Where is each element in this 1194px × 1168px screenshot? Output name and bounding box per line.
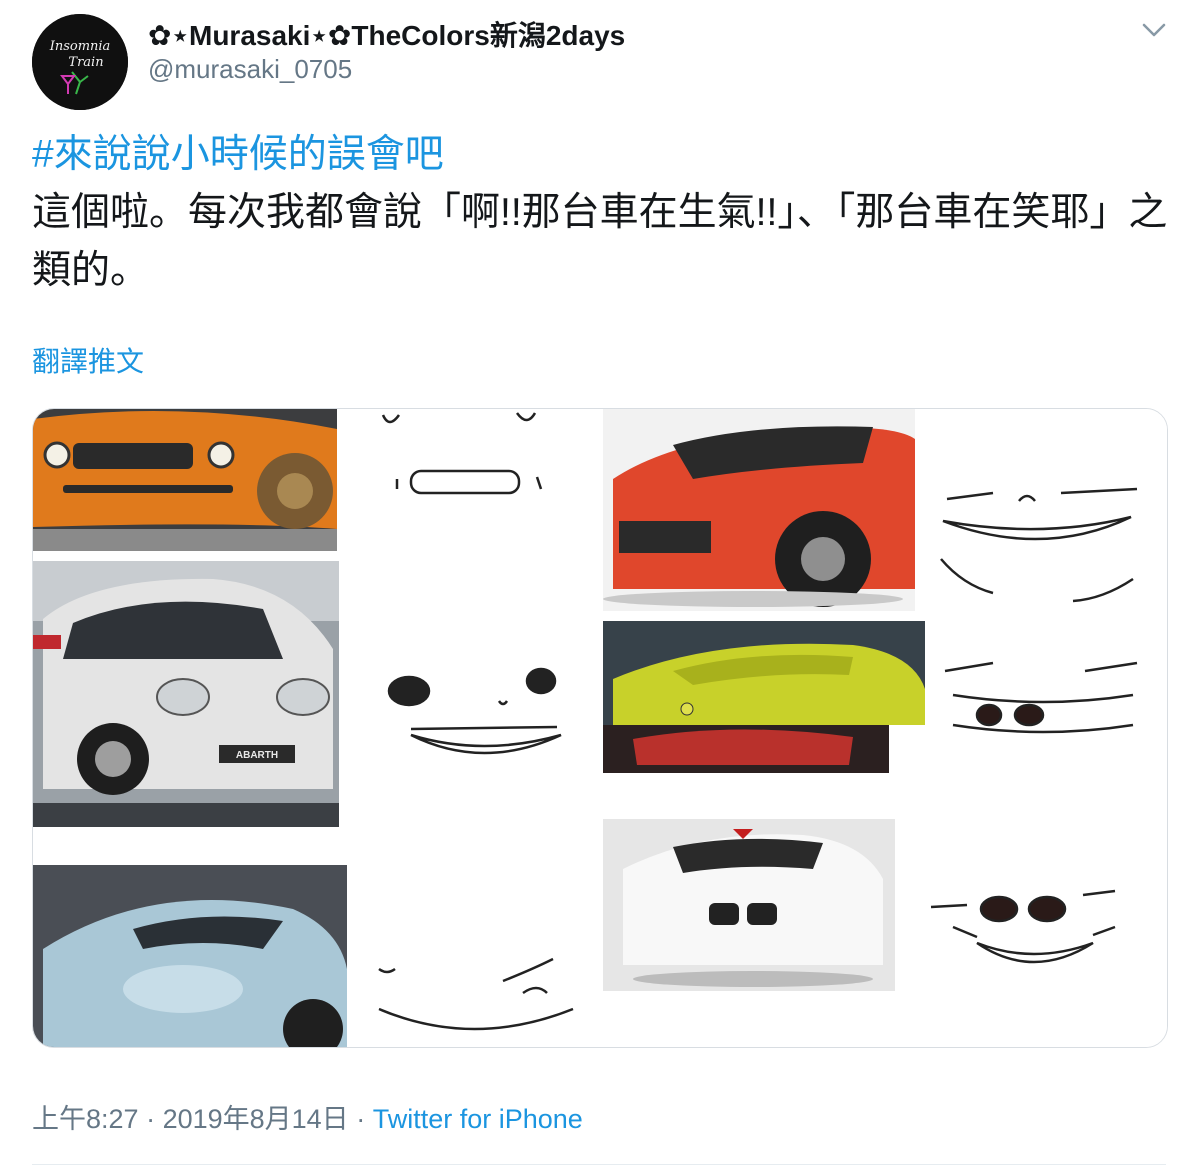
white-bmw-car-photo	[603, 819, 895, 991]
meta-separator-2: ·	[348, 1104, 373, 1134]
chevron-down-icon[interactable]	[1140, 16, 1168, 44]
avatar-image: Insomnia Train	[32, 14, 128, 110]
tweet-source-link[interactable]: Twitter for iPhone	[373, 1104, 583, 1134]
author-display-name[interactable]: ✿⋆Murasaki⋆✿TheColors新潟2days	[148, 14, 625, 54]
car-badge-abarth: ABARTH	[236, 750, 278, 761]
tweet-time[interactable]: 上午8:27	[32, 1104, 139, 1134]
avatar-text-line2: Train	[68, 55, 103, 70]
translate-tweet-link[interactable]: 翻譯推文	[32, 340, 144, 380]
car-faces-collage: ABARTH	[33, 409, 1167, 1047]
media-image[interactable]: ABARTH	[32, 408, 1168, 1048]
tweet-body: 這個啦。每次我都會說「啊!!那台車在生氣!!」、「那台車在笑耶」之類的。	[32, 191, 1168, 292]
orange-car-photo	[33, 409, 337, 551]
avatar[interactable]: Insomnia Train	[32, 14, 128, 110]
meta-separator: ·	[138, 1104, 163, 1134]
author-handle[interactable]: @murasaki_0705	[148, 54, 352, 85]
avatar-text-line1: Insomnia	[49, 39, 111, 54]
tweet-meta: 上午8:27 · 2019年8月14日 · Twitter for iPhone	[32, 1097, 583, 1136]
koenigsegg-car-photo	[33, 865, 347, 1047]
tweet-date[interactable]: 2019年8月14日	[163, 1104, 349, 1134]
tweet-text: #來說說小時候的誤會吧 這個啦。每次我都會說「啊!!那台車在生氣!!」、「那台車…	[32, 126, 1172, 300]
yellow-bmw-car-photo	[603, 621, 925, 773]
divider	[32, 1164, 1166, 1165]
citroen-car-photo	[603, 409, 915, 611]
hashtag-link[interactable]: #來說說小時候的誤會吧	[32, 126, 1172, 184]
abarth-car-photo: ABARTH	[33, 561, 339, 827]
